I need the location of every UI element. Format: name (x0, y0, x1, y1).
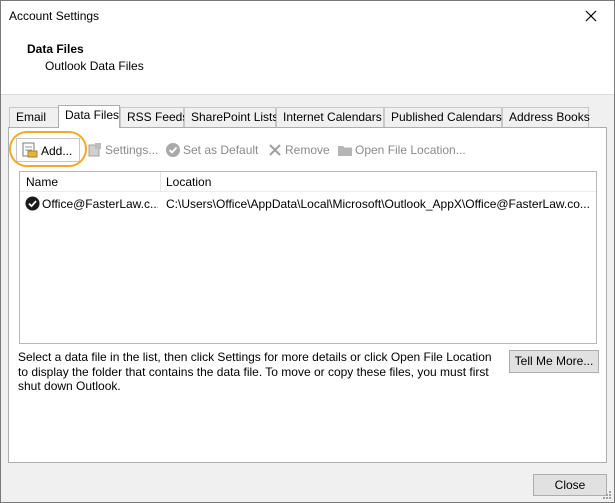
data-file-location: C:\Users\Office\AppData\Local\Microsoft\… (166, 197, 590, 211)
description-text: Select a data file in the list, then cli… (18, 350, 492, 393)
remove-button[interactable]: Remove (267, 140, 333, 162)
title-bar: Account Settings (1, 1, 614, 32)
settings-icon (88, 143, 101, 157)
settings-label: Settings... (105, 143, 159, 157)
settings-button[interactable]: Settings... (87, 140, 167, 162)
window-title: Account Settings (9, 9, 100, 23)
close-button[interactable]: Close (533, 474, 607, 496)
set-as-default-button[interactable]: Set as Default (165, 140, 263, 162)
column-header-location[interactable]: Location (166, 175, 211, 189)
dialog-header: Data Files Outlook Data Files (1, 32, 614, 95)
tab-address-books[interactable]: Address Books (502, 107, 590, 127)
list-item[interactable]: Office@FasterLaw.c... C:\Users\Office\Ap… (20, 194, 596, 214)
list-header: Name Location (20, 172, 596, 192)
tab-internet-calendars[interactable]: Internet Calendars (276, 107, 384, 127)
tell-me-more-button[interactable]: Tell Me More... (509, 350, 599, 373)
tab-email[interactable]: Email (9, 107, 59, 127)
column-divider[interactable] (160, 172, 161, 192)
add-button[interactable]: Add... (16, 138, 80, 162)
default-checkmark-icon (25, 196, 40, 211)
header-subtitle: Outlook Data Files (45, 59, 144, 73)
tab-sharepoint-lists[interactable]: SharePoint Lists (184, 107, 278, 127)
remove-x-icon (269, 144, 281, 156)
toolbar: Add... Settings... Set as Default Remove… (9, 131, 606, 167)
new-data-file-icon (22, 142, 38, 158)
folder-icon (338, 146, 352, 156)
open-file-location-button[interactable]: Open File Location... (337, 140, 469, 162)
checkmark-circle-icon (166, 143, 180, 157)
data-file-name: Office@FasterLaw.c... (42, 197, 158, 211)
tab-published-calendars[interactable]: Published Calendars (384, 107, 502, 127)
remove-label: Remove (285, 143, 330, 157)
add-label: Add... (41, 144, 73, 158)
tab-data-files[interactable]: Data Files (58, 105, 120, 128)
column-header-name[interactable]: Name (26, 175, 58, 189)
data-files-list[interactable]: Name Location Office@FasterLaw.c... C:\U… (19, 171, 597, 344)
account-settings-window: Account Settings Data Files Outlook Data… (0, 0, 615, 503)
data-files-panel: Add... Settings... Set as Default Remove… (8, 127, 607, 463)
resize-grip-icon[interactable] (602, 490, 612, 500)
close-window-icon[interactable] (582, 7, 600, 25)
open-file-location-label: Open File Location... (355, 143, 466, 157)
tab-rss-feeds[interactable]: RSS Feeds (120, 107, 188, 127)
header-title: Data Files (27, 42, 84, 56)
set-as-default-label: Set as Default (183, 143, 259, 157)
